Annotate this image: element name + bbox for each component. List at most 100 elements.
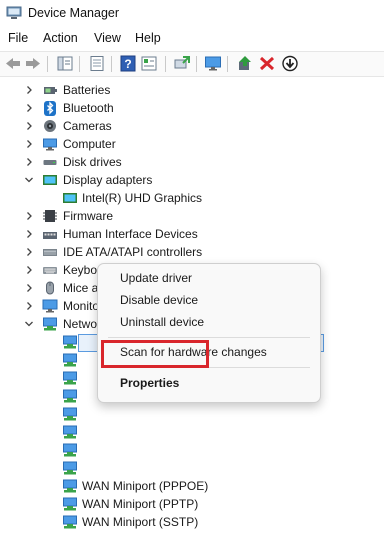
svg-text:?: ?	[124, 57, 131, 71]
update-driver-icon[interactable]	[173, 55, 191, 72]
tree-item-label: Firmware	[63, 209, 113, 223]
update-driver-highlight	[101, 340, 209, 368]
camera-icon	[42, 118, 58, 134]
chevron-down-icon[interactable]	[23, 317, 35, 331]
mouse-icon	[42, 280, 58, 296]
disk-drive-icon	[42, 154, 58, 170]
window-title: Device Manager	[28, 6, 120, 20]
hid-icon	[42, 226, 58, 242]
title-bar: Device Manager	[0, 0, 384, 28]
chevron-right-icon[interactable]	[23, 155, 35, 169]
menu-item-properties[interactable]: Properties	[98, 373, 320, 395]
network-adapter-icon	[62, 424, 78, 440]
chevron-down-icon[interactable]	[23, 173, 35, 187]
network-adapter-icon	[62, 406, 78, 422]
chevron-right-icon[interactable]	[23, 137, 35, 151]
tree-item-label: Human Interface Devices	[63, 227, 198, 241]
toolbar-separator	[111, 56, 112, 72]
tree-category-item[interactable]: Display adapters	[0, 171, 384, 189]
toolbar-separator	[47, 56, 48, 72]
menu-bar: File Action View Help	[0, 28, 384, 50]
monitor-icon[interactable]	[204, 55, 222, 72]
chevron-right-icon[interactable]	[23, 119, 35, 133]
network-adapter-icon	[62, 334, 78, 350]
tree-child-item[interactable]: Intel(R) UHD Graphics	[0, 189, 384, 207]
monitor-icon	[42, 298, 58, 314]
tree-child-item[interactable]	[0, 441, 384, 459]
network-adapter-icon	[62, 478, 78, 494]
tree-child-item[interactable]: WAN Miniport (PPPOE)	[0, 477, 384, 495]
network-adapter-icon	[62, 352, 78, 368]
bluetooth-icon	[42, 100, 58, 116]
chevron-right-icon[interactable]	[23, 281, 35, 295]
menu-item-disable-device[interactable]: Disable device	[98, 290, 320, 312]
help-icon[interactable]: ?	[119, 55, 137, 72]
chevron-right-icon[interactable]	[23, 101, 35, 115]
context-menu: Update driver Disable device Uninstall d…	[97, 263, 321, 403]
menu-separator	[108, 337, 310, 338]
tree-item-label: Disk drives	[63, 155, 122, 169]
menu-view[interactable]: View	[94, 31, 121, 45]
tree-category-item[interactable]: Disk drives	[0, 153, 384, 171]
forward-arrow-icon[interactable]	[24, 55, 42, 72]
menu-item-uninstall-device[interactable]: Uninstall device	[98, 312, 320, 334]
tree-item-label: Intel(R) UHD Graphics	[82, 191, 203, 205]
tree-item-label: Bluetooth	[63, 101, 114, 115]
tree-child-item[interactable]	[0, 459, 384, 477]
back-arrow-icon[interactable]	[4, 55, 22, 72]
tree-category-item[interactable]: Batteries	[0, 81, 384, 99]
tree-item-label: WAN Miniport (PPPOE)	[82, 479, 209, 493]
chevron-right-icon[interactable]	[23, 209, 35, 223]
computer-icon	[42, 136, 58, 152]
uninstall-x-icon[interactable]	[258, 55, 276, 72]
chevron-right-icon[interactable]	[23, 263, 35, 277]
toolbar-separator	[79, 56, 80, 72]
display-adapter-icon	[42, 172, 58, 188]
ide-controller-icon	[42, 244, 58, 260]
tree-item-label: IDE ATA/ATAPI controllers	[63, 245, 203, 259]
tree-category-item[interactable]: Firmware	[0, 207, 384, 225]
tree-category-item[interactable]: Human Interface Devices	[0, 225, 384, 243]
toolbar: ?	[0, 51, 384, 77]
tree-child-item[interactable]	[0, 423, 384, 441]
tree-category-item[interactable]: Computer	[0, 135, 384, 153]
firmware-icon	[42, 208, 58, 224]
menu-item-update-driver[interactable]: Update driver	[98, 268, 320, 290]
menu-action[interactable]: Action	[43, 31, 78, 45]
device-manager-icon	[6, 6, 22, 19]
toolbar-separator	[227, 56, 228, 72]
keyboard-icon	[42, 262, 58, 278]
view-icon[interactable]	[140, 55, 158, 72]
network-adapter-icon	[62, 514, 78, 530]
download-arrow-icon[interactable]	[281, 55, 299, 72]
chevron-right-icon[interactable]	[23, 299, 35, 313]
tree-category-item[interactable]: IDE ATA/ATAPI controllers	[0, 243, 384, 261]
menu-help[interactable]: Help	[135, 31, 161, 45]
toolbar-separator	[196, 56, 197, 72]
network-adapter-icon	[62, 388, 78, 404]
tree-child-item[interactable]	[0, 405, 384, 423]
tree-category-item[interactable]: Cameras	[0, 117, 384, 135]
chevron-right-icon[interactable]	[23, 245, 35, 259]
tree-item-label: WAN Miniport (SSTP)	[82, 515, 199, 529]
tree-item-label: Display adapters	[63, 173, 153, 187]
enable-device-icon[interactable]	[236, 55, 254, 72]
tree-child-item[interactable]: WAN Miniport (PPTP)	[0, 495, 384, 513]
tree-category-item[interactable]: Bluetooth	[0, 99, 384, 117]
tree-child-item[interactable]: WAN Miniport (SSTP)	[0, 513, 384, 531]
network-adapter-icon	[62, 442, 78, 458]
network-adapter-icon	[62, 496, 78, 512]
tree-item-label: Computer	[63, 137, 116, 151]
menu-file[interactable]: File	[8, 31, 28, 45]
network-adapter-icon	[42, 316, 58, 332]
chevron-right-icon[interactable]	[23, 83, 35, 97]
display-adapter-icon	[62, 190, 78, 206]
tree-item-label: WAN Miniport (PPTP)	[82, 497, 199, 511]
tree-item-label: Cameras	[63, 119, 112, 133]
network-adapter-icon	[62, 370, 78, 386]
properties-icon[interactable]	[88, 55, 106, 72]
toolbar-separator	[165, 56, 166, 72]
show-hide-tree-icon[interactable]	[56, 55, 74, 72]
battery-icon	[42, 82, 58, 98]
chevron-right-icon[interactable]	[23, 227, 35, 241]
